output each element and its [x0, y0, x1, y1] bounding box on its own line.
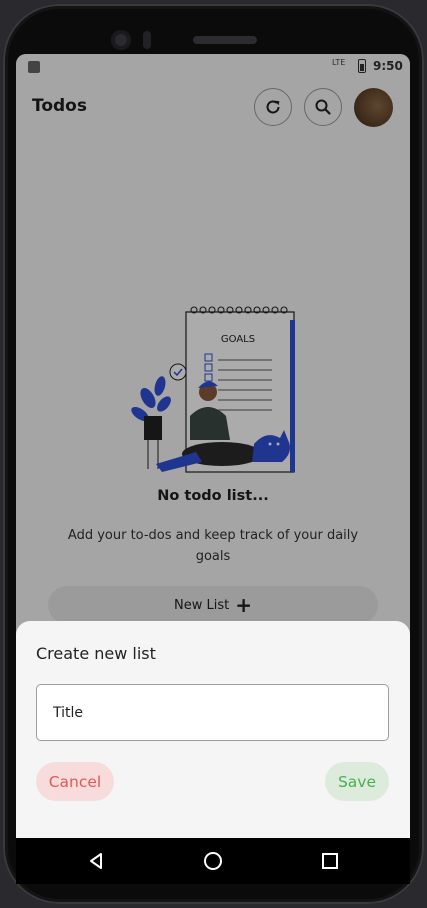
title-input[interactable] [36, 684, 389, 741]
front-camera [111, 30, 131, 50]
sheet-title: Create new list [36, 644, 156, 663]
nav-back-button[interactable] [66, 838, 126, 884]
save-button[interactable]: Save [325, 762, 389, 801]
recents-icon [322, 853, 338, 869]
create-list-sheet: Create new list Cancel Save [16, 621, 410, 838]
app-screen: LTE 9:50 Todos GOALS No todo list... Add… [16, 54, 410, 838]
earpiece-speaker [193, 36, 257, 44]
proximity-sensor [143, 31, 151, 49]
nav-home-button[interactable] [183, 838, 243, 884]
back-icon [90, 853, 102, 869]
nav-recents-button[interactable] [300, 838, 360, 884]
system-nav-bar [16, 838, 410, 884]
home-icon [204, 852, 222, 870]
cancel-button[interactable]: Cancel [36, 762, 114, 801]
